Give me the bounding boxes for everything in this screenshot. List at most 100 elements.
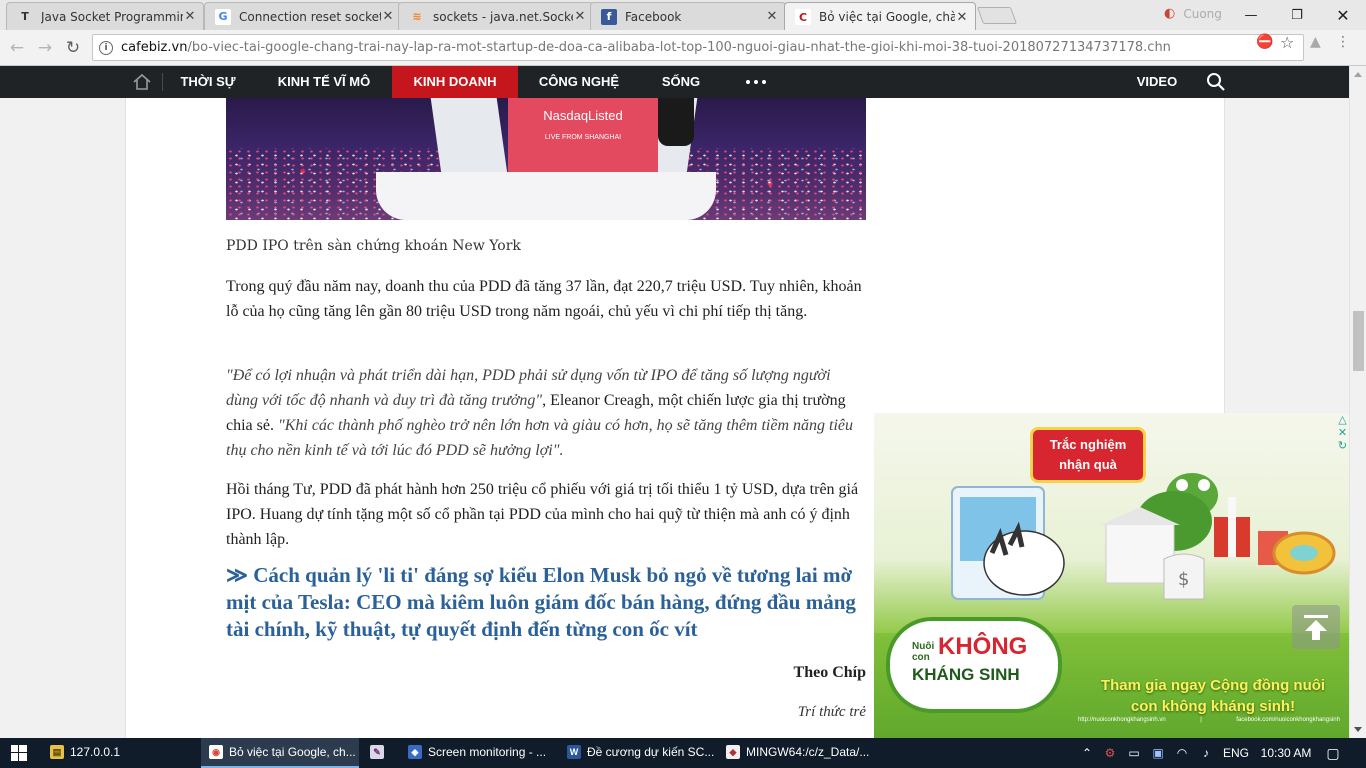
browser-tab[interactable]: T Java Socket Programming ✕ [6,2,204,30]
scroll-down-arrow-icon[interactable] [1354,727,1362,732]
photo-stage [376,172,716,220]
scroll-to-top-button[interactable] [1292,605,1340,649]
ad-urls: http://nuoiconkhongkhangsinh.vn | facebo… [1078,717,1340,723]
browser-tab[interactable]: f Facebook ✕ [590,2,786,30]
restore-button[interactable]: ❐ [1274,0,1320,30]
arrow-up-icon [1304,615,1328,640]
battery-icon[interactable]: ▭ [1122,746,1146,760]
nav-item-cong-nghe[interactable]: CÔNG NGHỆ [532,66,626,98]
windows-taskbar: ▤ 127.0.0.1 ◉ Bỏ việc tại Google, ch... … [0,738,1366,768]
article-source-publication: Trí thức trẻ [797,704,866,720]
volume-icon[interactable]: ♪ [1194,746,1218,760]
reload-icon: ↻ [65,38,81,58]
ad-close-icon[interactable]: ✕ [1336,426,1349,439]
page-scrollbar[interactable] [1349,66,1366,738]
system-tray: ⌃ ⚙ ▭ ▣ ◠ ♪ ENG 10:30 AM ▢ [1076,738,1348,768]
arrow-left-icon: ← [9,38,25,58]
tab-close-icon[interactable]: ✕ [765,9,779,24]
browser-tab[interactable]: G Connection reset socket j ✕ [204,2,402,30]
back-button[interactable]: ← [6,37,28,59]
antivirus-icon[interactable]: ⚙ [1098,746,1122,760]
reload-button[interactable]: ↻ [62,37,84,59]
photo-screen-subtext: LIVE FROM SHANGHAI [544,134,622,141]
nav-item-thoi-su[interactable]: THỜI SỰ [170,66,246,98]
tab-title: Java Socket Programming [41,9,183,24]
git-bash-icon: ◆ [726,745,740,759]
settings-tray-icon[interactable]: ▣ [1146,746,1170,760]
language-indicator[interactable]: ENG [1218,746,1254,760]
nav-item-song[interactable]: SỐNG [650,66,712,98]
tab-favicon-icon: f [601,8,617,25]
profile-button[interactable]: ◐ Cuong [1164,6,1222,21]
browser-tab-active[interactable]: C Bỏ việc tại Google, chàng ✕ [784,2,976,31]
adchoices-icon[interactable]: △ [1336,413,1349,426]
ad-url-separator: | [1200,717,1202,723]
new-tab-button[interactable] [976,7,1018,24]
notification-center-icon[interactable]: ▢ [1318,745,1348,762]
minimize-button[interactable]: — [1228,0,1274,30]
tab-close-icon[interactable]: ✕ [183,9,197,24]
browser-toolbar: ← → ↻ i cafebiz.vn /bo-viec-tai-google-c… [0,30,1366,66]
taskbar-item[interactable]: ◆ Screen monitoring - ... [400,738,556,768]
scroll-up-arrow-icon[interactable] [1354,72,1362,77]
nav-divider [162,73,163,91]
profile-name: Cuong [1183,6,1222,21]
taskbar-item-label: Đề cương dự kiến SC... [587,745,715,759]
chrome-menu-icon[interactable]: ⋮ [1336,34,1350,50]
more-menu-icon[interactable] [746,80,766,84]
browser-tab[interactable]: ≋ sockets - java.net.SocketE ✕ [398,2,594,30]
taskbar-item-label: Screen monitoring - ... [428,745,547,759]
forward-button[interactable]: → [34,37,56,59]
tab-close-icon[interactable]: ✕ [573,9,587,24]
taskbar-item[interactable]: ✎ [362,738,398,768]
restore-icon: ❐ [1291,7,1303,23]
tab-favicon-icon: G [215,8,231,25]
tab-favicon-icon: T [17,8,33,25]
chrome-icon: ◉ [209,745,223,759]
page-viewport: THỜI SỰ KINH TẾ VĨ MÔ KINH DOANH CÔNG NG… [0,66,1349,738]
nav-item-video[interactable]: VIDEO [1130,66,1184,98]
wifi-icon[interactable]: ◠ [1170,746,1194,760]
show-hidden-icons-icon[interactable]: ⌃ [1076,746,1098,760]
photo-screen-text: NasdaqListed [543,108,623,123]
bookmark-star-icon[interactable]: ☆ [1280,33,1294,52]
ad-call-to-action[interactable]: Tham gia ngay Cộng đồng nuôi con không k… [1088,675,1338,717]
advertisement-banner[interactable]: $ Trắc nghiệm nhận quà Nuôi con KHÔNG KH… [874,413,1349,738]
ad-controls[interactable]: △ ✕ ↻ [1336,413,1349,452]
home-icon[interactable] [132,72,152,92]
tab-favicon-icon: ≋ [409,8,425,25]
tab-title: Bỏ việc tại Google, chàng [819,10,955,24]
extension-icon[interactable]: ▲ [1310,34,1321,50]
ad-logo-main: KHÔNG [938,633,1028,660]
scrollbar-thumb[interactable] [1353,311,1364,371]
address-bar[interactable]: i cafebiz.vn /bo-viec-tai-google-chang-t… [92,34,1304,61]
taskbar-item[interactable]: ◆ MINGW64:/c/z_Data/... [718,738,876,768]
start-button[interactable] [0,738,38,768]
taskbar-item-label: MINGW64:/c/z_Data/... [746,745,870,759]
close-window-button[interactable]: ✕ [1320,0,1366,30]
nav-item-kinh-te-vi-mo[interactable]: KINH TẾ VĨ MÔ [268,66,380,98]
search-icon[interactable] [1206,72,1226,92]
svg-text:$: $ [1178,569,1189,590]
taskbar-item-active[interactable]: ◉ Bỏ việc tại Google, ch... [201,738,359,768]
taskbar-item[interactable]: W Đề cương dự kiến SC... [559,738,715,768]
browser-tab-strip: T Java Socket Programming ✕ G Connection… [0,0,1366,31]
paint-icon: ✎ [370,745,384,759]
article-paragraph: Hồi tháng Tư, PDD đã phát hành hơn 250 t… [226,481,859,548]
ad-quiz-sign[interactable]: Trắc nghiệm nhận quà [1030,427,1146,483]
nav-item-kinh-doanh[interactable]: KINH DOANH [392,66,518,98]
cookie-blocked-icon[interactable]: ⛔ [1256,34,1273,50]
article-paragraph: Trong quý đầu năm nay, doanh thu của PDD… [226,278,862,320]
url-path: /bo-viec-tai-google-chang-trai-nay-lap-r… [187,40,1171,55]
tab-close-icon[interactable]: ✕ [381,9,395,24]
taskbar-item[interactable]: ▤ 127.0.0.1 [42,738,192,768]
ad-replay-icon[interactable]: ↻ [1336,439,1349,452]
tab-close-icon[interactable]: ✕ [955,10,969,25]
ad-logo: Nuôi con KHÔNG KHÁNG SINH [886,617,1062,713]
article-quote-paragraph: "Để có lợi nhuận và phát triển dài hạn, … [226,363,866,463]
windows-logo-icon [11,745,27,761]
related-article-link[interactable]: ≫ Cách quản lý 'li ti' đáng sợ kiểu Elon… [226,562,866,643]
clock[interactable]: 10:30 AM [1254,746,1318,760]
tab-favicon-icon: C [795,9,811,25]
site-info-icon[interactable]: i [99,40,113,55]
